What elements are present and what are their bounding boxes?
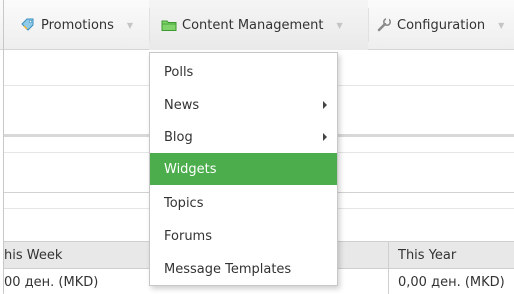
dropdown-item-widgets[interactable]: Widgets <box>150 153 337 185</box>
dropdown-item-label: Message Templates <box>164 261 292 277</box>
menu-configuration-label: Configuration <box>397 17 486 33</box>
column-header-this-year: This Year <box>398 248 457 263</box>
chevron-down-icon: ▼ <box>498 20 505 30</box>
chevron-right-icon <box>323 133 327 141</box>
chevron-down-icon: ▼ <box>336 20 343 30</box>
cell-this-week-value: 00 ден. (MKD) <box>4 275 99 290</box>
menu-separator <box>149 8 150 42</box>
folder-icon <box>161 20 177 31</box>
dropdown-item-label: Forums <box>164 228 212 244</box>
menu-content-management[interactable]: Content Management ▼ <box>161 15 343 35</box>
dropdown-item-label: Widgets <box>164 161 217 177</box>
chevron-down-icon: ▼ <box>126 20 134 30</box>
dropdown-item-forums[interactable]: Forums <box>150 220 337 252</box>
menu-content-management-label: Content Management <box>182 17 324 33</box>
dropdown-item-label: Topics <box>164 195 204 211</box>
menu-configuration[interactable]: Configuration ▼ <box>376 15 504 35</box>
dropdown-item-message-templates[interactable]: Message Templates <box>150 253 337 285</box>
dropdown-item-blog[interactable]: Blog <box>150 121 337 153</box>
menu-separator <box>368 8 369 42</box>
dropdown-item-topics[interactable]: Topics <box>150 187 337 219</box>
top-menu-bar: Promotions ▼ Content Management ▼ Config… <box>0 0 514 50</box>
dropdown-item-polls[interactable]: Polls <box>150 56 337 88</box>
chevron-right-icon <box>323 101 327 109</box>
wrench-icon <box>377 17 392 32</box>
tag-icon <box>21 18 34 31</box>
column-header-this-week: his Week <box>4 248 63 263</box>
dropdown-item-news[interactable]: News <box>150 89 337 121</box>
menu-promotions[interactable]: Promotions ▼ <box>20 15 133 35</box>
table-column-divider <box>388 241 389 294</box>
menu-promotions-label: Promotions <box>41 17 114 33</box>
dropdown-item-label: Blog <box>164 129 193 145</box>
content-management-dropdown: Polls News Blog Widgets Topics Forums Me… <box>149 52 338 286</box>
cell-this-year-value: 0,00 ден. (MKD) <box>398 275 505 290</box>
dropdown-item-label: Polls <box>164 64 194 80</box>
dropdown-item-label: News <box>164 97 200 113</box>
